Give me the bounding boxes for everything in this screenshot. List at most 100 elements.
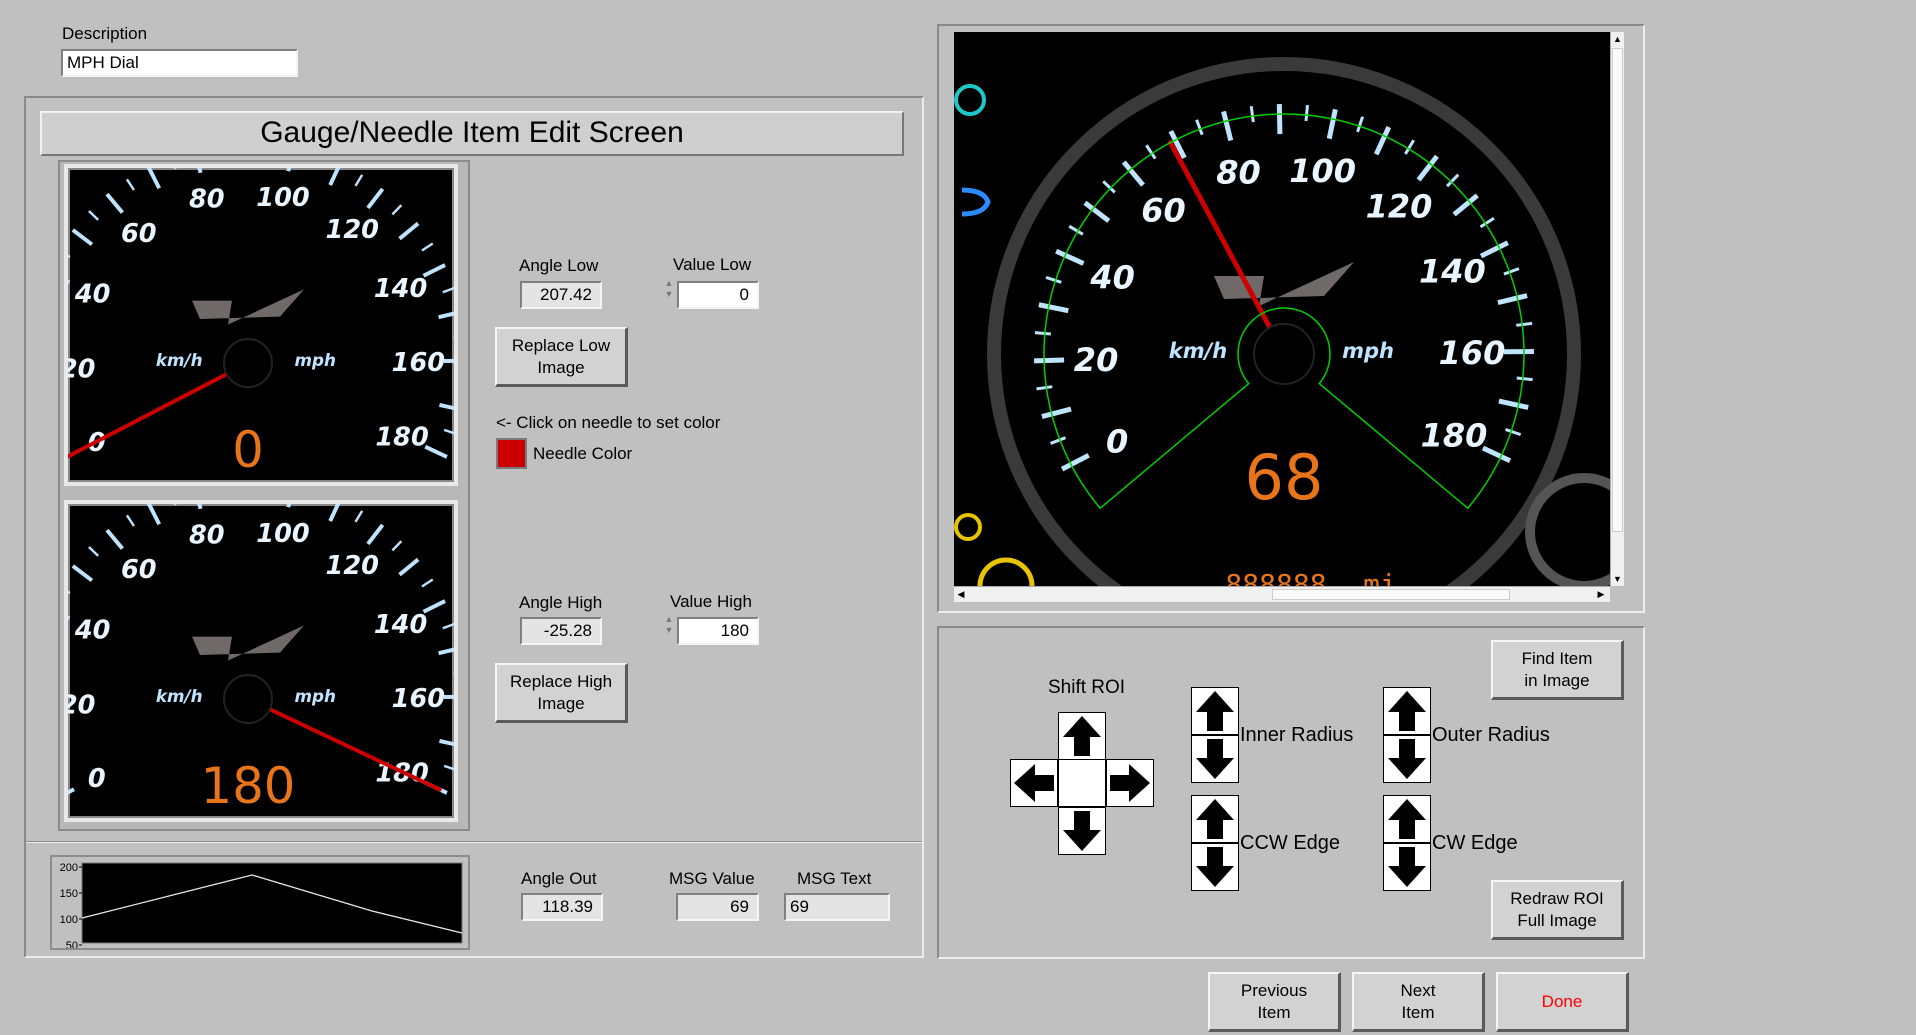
value-high-label: Value High: [670, 592, 752, 611]
ccw-edge-down-button[interactable]: [1191, 843, 1239, 891]
gauge-tick: [439, 402, 454, 411]
cw-edge-down-button[interactable]: [1383, 843, 1431, 891]
gauge-image-view[interactable]: 0 20 40 60 80 100 120 140 160 180 km/h mph 68 888888 m…: [954, 32, 1624, 586]
scroll-down-icon[interactable]: ▼: [1611, 572, 1624, 586]
gauge-label-40: 40: [1089, 259, 1135, 297]
horizontal-scrollbar[interactable]: ◀ ▶: [954, 586, 1610, 602]
angle-out-field: 118.39: [521, 893, 603, 921]
arrow-down-icon: [1063, 811, 1101, 851]
cw-edge-up-button[interactable]: [1383, 795, 1431, 843]
gauge-label-40: 40: [74, 280, 111, 310]
shift-roi-label: Shift ROI: [1048, 677, 1126, 698]
inner-radius-up-button[interactable]: [1191, 687, 1239, 735]
high-gauge-image[interactable]: 020406080100120140160180km/hmph180: [64, 500, 458, 822]
gauge-tick: [88, 210, 99, 221]
description-field[interactable]: MPH Dial: [61, 49, 298, 77]
gauge-label-60: 60: [121, 219, 157, 249]
value-high-field[interactable]: 180: [677, 617, 759, 645]
gauge-label-180: 180: [375, 422, 428, 452]
gauge-label-0: 0: [1106, 423, 1128, 461]
big-gauge-dial: 0 20 4060 80 100 120 140 160 180 km/h mph 68 888888 m…: [954, 57, 1610, 586]
chart-y-tick: 200: [60, 862, 78, 874]
gauge-label-0: 0: [88, 764, 106, 794]
gauge-tick: [105, 192, 124, 214]
gauge-tick: [1034, 357, 1065, 364]
horizontal-scroll-thumb[interactable]: [1272, 589, 1510, 600]
gauge-tick: [1083, 200, 1111, 223]
chart-y-tick: 50: [66, 940, 78, 948]
msg-text-field: 69: [784, 893, 890, 921]
needle-hub: [223, 674, 273, 724]
gauge-tick: [1049, 436, 1067, 445]
scroll-up-icon[interactable]: ▲: [1611, 32, 1624, 46]
gauge-tick: [398, 557, 420, 577]
gauge-label-20: 20: [68, 354, 95, 384]
ccw-edge-label: CCW Edge: [1240, 832, 1341, 854]
replace-low-image-button[interactable]: Replace Low Image: [495, 327, 628, 387]
gauge-tick: [442, 622, 454, 630]
adjacent-gauge-bezel: [1525, 473, 1610, 586]
find-item-button[interactable]: Find Item in Image: [1491, 640, 1624, 700]
done-button[interactable]: Done: [1496, 972, 1629, 1032]
gauge-tick: [197, 168, 203, 174]
shift-right-button[interactable]: [1106, 759, 1154, 807]
gauge-label-120: 120: [1366, 187, 1433, 225]
arrow-up-icon: [1196, 691, 1234, 731]
inner-radius-down-button[interactable]: [1191, 735, 1239, 783]
redraw-roi-button[interactable]: Redraw ROI Full Image: [1491, 880, 1624, 940]
gauge-label-60: 60: [121, 555, 157, 585]
warning-icon: [954, 513, 982, 541]
needle-color-swatch[interactable]: [496, 438, 527, 469]
unit-kmh-label: km/h: [1169, 339, 1227, 363]
shift-down-button[interactable]: [1058, 807, 1106, 855]
gauge-tick: [71, 564, 94, 583]
gauge-label-100: 100: [1289, 152, 1356, 190]
value-low-field[interactable]: 0: [677, 281, 759, 309]
gauge-tick: [197, 504, 203, 510]
value-low-label: Value Low: [673, 255, 752, 274]
outer-radius-down-button[interactable]: [1383, 735, 1431, 783]
gauge-tick: [1516, 376, 1533, 382]
gauge-tick: [71, 228, 94, 247]
replace-high-image-button[interactable]: Replace High Image: [495, 663, 628, 723]
gauge-tick: [68, 590, 71, 595]
gauge-label-140: 140: [374, 610, 427, 640]
ccw-edge-up-button[interactable]: [1191, 795, 1239, 843]
gauge-tick: [438, 647, 454, 656]
angle-low-label: Angle Low: [519, 256, 599, 275]
gauge-label-100: 100: [256, 183, 309, 213]
unit-mph-label: mph: [294, 686, 335, 706]
low-gauge-image[interactable]: 020406080100120140160180km/hmph0: [64, 164, 458, 486]
scroll-left-icon[interactable]: ◀: [954, 587, 968, 602]
shift-up-button[interactable]: [1058, 712, 1106, 760]
gauge-tick: [68, 787, 75, 795]
arrow-up-icon: [1388, 691, 1426, 731]
previous-item-button[interactable]: Previous Item: [1208, 972, 1341, 1032]
value-high-spinner[interactable]: ▲ ▼: [664, 614, 674, 636]
shift-left-button[interactable]: [1010, 759, 1058, 807]
outer-radius-up-button[interactable]: [1383, 687, 1431, 735]
gauge-tick: [1038, 302, 1069, 314]
scroll-right-icon[interactable]: ▶: [1594, 587, 1608, 602]
gauge-tick: [443, 428, 454, 435]
unit-kmh-label: km/h: [156, 350, 203, 370]
brand-logo-icon: [192, 625, 304, 661]
speed-indicator-icon: [954, 84, 986, 116]
next-item-button[interactable]: Next Item: [1352, 972, 1485, 1032]
gauge-tick: [286, 168, 291, 172]
gauge-tick: [1221, 110, 1234, 142]
digital-speed-readout: 0: [232, 421, 264, 479]
gauge-tick: [1034, 331, 1051, 336]
angle-high-field: -25.28: [520, 617, 602, 645]
gauge-tick: [1503, 267, 1520, 276]
gauge-label-20: 20: [68, 690, 95, 720]
vertical-scrollbar[interactable]: ▲ ▼: [1610, 32, 1624, 586]
msg-value-field: 69: [676, 893, 759, 921]
vertical-scroll-thumb[interactable]: [1612, 48, 1623, 532]
needle-color-label: Needle Color: [533, 444, 633, 463]
value-low-spinner[interactable]: ▲ ▼: [664, 278, 674, 300]
headlight-icon: [961, 187, 991, 217]
digital-speed-readout: 180: [201, 757, 296, 815]
unit-kmh-label: km/h: [156, 686, 203, 706]
needle-hub: [223, 338, 273, 388]
